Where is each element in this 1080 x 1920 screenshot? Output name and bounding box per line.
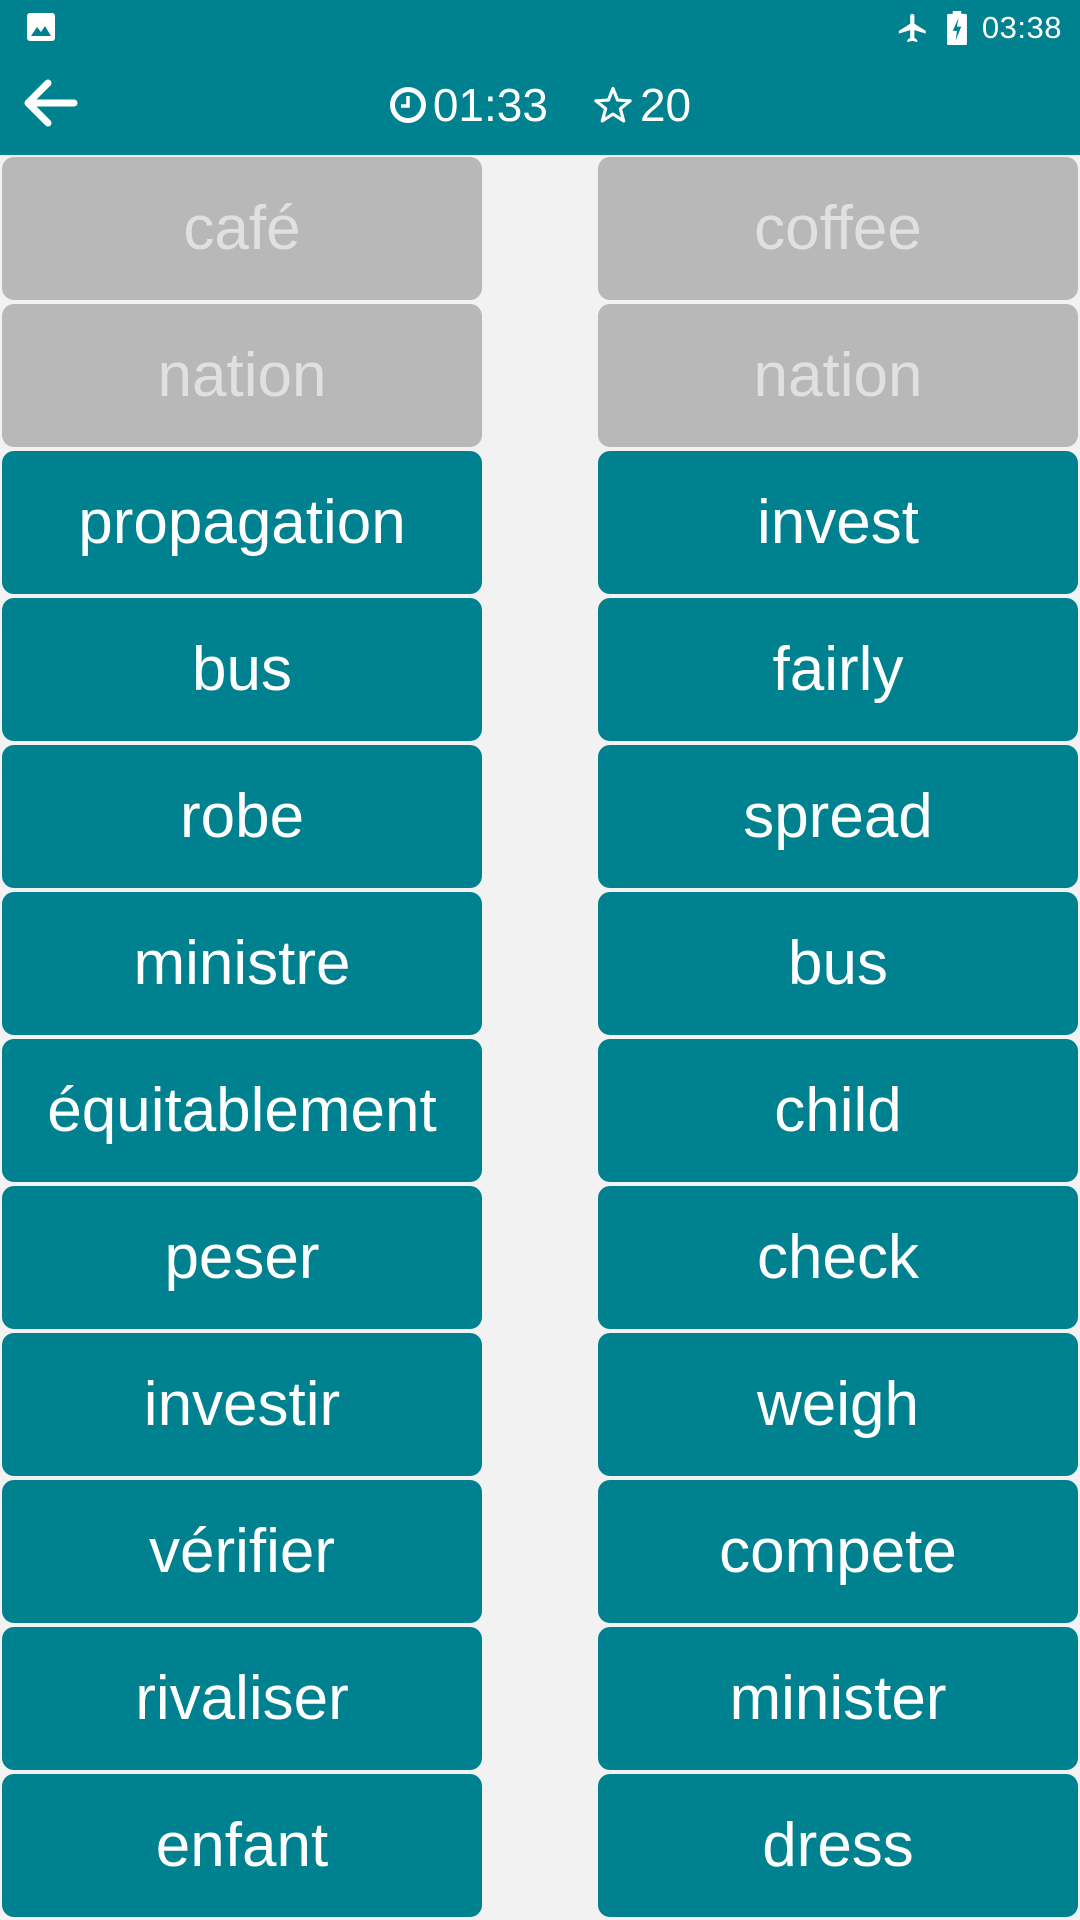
word-label: dress [762,1811,914,1880]
right-word-card[interactable]: minister [598,1627,1078,1770]
word-label: peser [164,1223,320,1292]
word-label: weigh [757,1370,919,1439]
word-label: minister [729,1664,947,1733]
left-word-card[interactable]: équitablement [2,1039,482,1182]
word-label: nation [157,341,327,410]
word-label: investir [143,1370,341,1439]
word-label: propagation [78,488,406,557]
right-word-card[interactable]: bus [598,892,1078,1035]
word-label: vérifier [148,1517,336,1586]
left-word-card: nation [2,304,482,447]
word-label: nation [753,341,923,410]
word-label: coffee [754,194,922,263]
right-word-card[interactable]: invest [598,451,1078,594]
right-word-card[interactable]: compete [598,1480,1078,1623]
right-word-card: nation [598,304,1078,447]
word-label: fairly [772,635,904,704]
status-clock: 03:38 [981,10,1062,45]
word-label: spread [743,782,933,851]
timer-value: 01:33 [432,79,548,131]
word-label: café [183,194,301,263]
timer: 01:33 [389,82,548,128]
airplane-mode-icon [896,11,946,45]
score: 20 [592,82,691,128]
word-label: check [757,1223,919,1292]
star-outline-icon [594,86,632,123]
word-label: invest [757,488,919,557]
status-icons: 03:38 [896,0,1062,56]
app-bar: 03:38 01:33 20 [0,0,1080,155]
score-value: 20 [639,79,692,131]
word-label: rivaliser [135,1664,349,1733]
right-word-card[interactable]: check [598,1186,1078,1329]
word-label: compete [719,1517,957,1586]
word-label: bus [192,635,292,704]
left-word-card[interactable]: rivaliser [2,1627,482,1770]
left-word-card: café [2,157,482,300]
right-word-card[interactable]: dress [598,1774,1078,1917]
left-word-card[interactable]: investir [2,1333,482,1476]
left-word-card[interactable]: ministre [2,892,482,1035]
game-stats: 01:33 20 [0,78,1080,132]
word-label: child [774,1076,902,1145]
left-word-card[interactable]: peser [2,1186,482,1329]
left-word-card[interactable]: vérifier [2,1480,482,1623]
left-word-card[interactable]: enfant [2,1774,482,1917]
right-word-card[interactable]: weigh [598,1333,1078,1476]
word-label: bus [788,929,888,998]
image-icon [27,13,55,41]
right-word-card[interactable]: child [598,1039,1078,1182]
left-word-card[interactable]: propagation [2,451,482,594]
word-label: équitablement [47,1076,437,1145]
word-label: enfant [155,1811,329,1880]
left-word-card[interactable]: bus [2,598,482,741]
clock-icon [389,87,426,123]
status-bar: 03:38 [0,0,1080,56]
right-word-card[interactable]: spread [598,745,1078,888]
right-word-card[interactable]: fairly [598,598,1078,741]
word-label: ministre [133,929,351,998]
left-word-card[interactable]: robe [2,745,482,888]
right-word-card: coffee [598,157,1078,300]
word-label: robe [179,782,305,851]
battery-charging-icon [946,11,982,45]
